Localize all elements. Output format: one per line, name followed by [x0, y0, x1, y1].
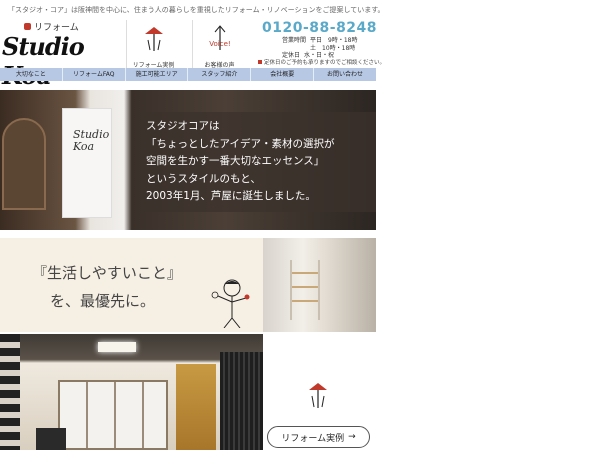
nav-item-staff[interactable]: スタッフ紹介: [188, 68, 252, 81]
hero-line: スタジオコアは: [146, 120, 220, 132]
hero-sign-text: Studio Koa: [73, 128, 110, 153]
pattern-wall: [0, 334, 20, 450]
nav-item-faq[interactable]: リフォームFAQ: [63, 68, 126, 81]
hours-saturday: 土 10時・18時: [310, 44, 356, 52]
hero-banner: Studio Koa スタジオコアは 「ちょっとしたアイデア・素材の選択が 空間…: [0, 90, 376, 230]
priority-banner: 『生活しやすいこと』 を、最優先に。: [0, 238, 376, 332]
person-illustration-icon: [211, 279, 250, 328]
gold-wall-panel: [176, 364, 216, 450]
umbrella-house-icon: [144, 27, 163, 51]
nav-item-important[interactable]: 大切なこと: [0, 68, 63, 81]
dark-blinds: [220, 352, 263, 450]
site-tagline: 「スタジオ・コア」は阪神間を中心に、住まう人の暮らしを重視したリフォーム・リノベ…: [8, 6, 385, 14]
hero-line: 2003年1月、芦屋に誕生しました。: [146, 190, 316, 202]
nav-item-contact[interactable]: お問い合わせ: [314, 68, 376, 81]
holiday-note: 定休日のご予約も承りますのでご相談ください。: [258, 58, 385, 66]
main-nav: 大切なこと リフォームFAQ 施工可能エリア スタッフ紹介 会社概要 お問い合わ…: [0, 68, 376, 81]
hero-sign-panel: Studio Koa: [62, 108, 112, 218]
arrow-right-icon: →: [348, 432, 356, 442]
japanese-room-photo: [0, 334, 263, 450]
priority-quote-line2: を、最優先に。: [50, 292, 156, 310]
hero-line: 空間を生かす一番大切なエッセンス」: [146, 155, 325, 167]
holiday-note-text: 定休日のご予約も承りますのでご相談ください。: [264, 60, 386, 66]
hero-line: 「ちょっとしたアイデア・素材の選択が: [146, 137, 335, 150]
hours-weekday: 平日 9時・18時: [310, 37, 358, 44]
shelf-image: [290, 260, 320, 320]
voice-word: Voice!: [209, 40, 230, 48]
business-hours: 営業時間 平日 9時・18時 土 10時・18時 定休日 水・日・祝: [282, 37, 357, 60]
reform-examples-button[interactable]: リフォーム実例 →: [267, 426, 370, 448]
hero-line: というスタイルのもと、: [146, 172, 261, 185]
hours-label: 営業時間: [282, 37, 307, 44]
header-voice-link[interactable]: Voice! お客様の声: [192, 20, 246, 69]
cabinet: [36, 428, 66, 450]
hero-door-image: [2, 118, 46, 210]
page: 「スタジオ・コア」は阪神間を中心に、住まう人の暮らしを重視したリフォーム・リノベ…: [0, 0, 385, 450]
voice-figure-icon: Voice!: [209, 25, 230, 50]
priority-quote-line1: 『生活しやすいこと』: [32, 264, 182, 282]
nav-item-company[interactable]: 会社概要: [251, 68, 315, 81]
hero-message: スタジオコアは 「ちょっとしたアイデア・素材の選択が 空間を生かす一番大切なエッ…: [146, 118, 334, 206]
nav-item-area[interactable]: 施工可能エリア: [126, 68, 189, 81]
site-logo[interactable]: リフォーム Studio Koa: [2, 18, 120, 90]
reform-umbrella-icon: [309, 383, 327, 408]
note-marker-icon: [258, 60, 262, 64]
header-reform-examples-link[interactable]: リフォーム実例: [126, 20, 180, 69]
ceiling-lamp: [98, 342, 136, 352]
reform-examples-button-label: リフォーム実例: [281, 433, 345, 444]
phone-number[interactable]: 0120-88-8248: [262, 20, 377, 36]
logo-main-text: Studio Koa: [2, 32, 85, 90]
logo-mark-icon: [24, 23, 31, 30]
shoji-window: [58, 380, 168, 450]
